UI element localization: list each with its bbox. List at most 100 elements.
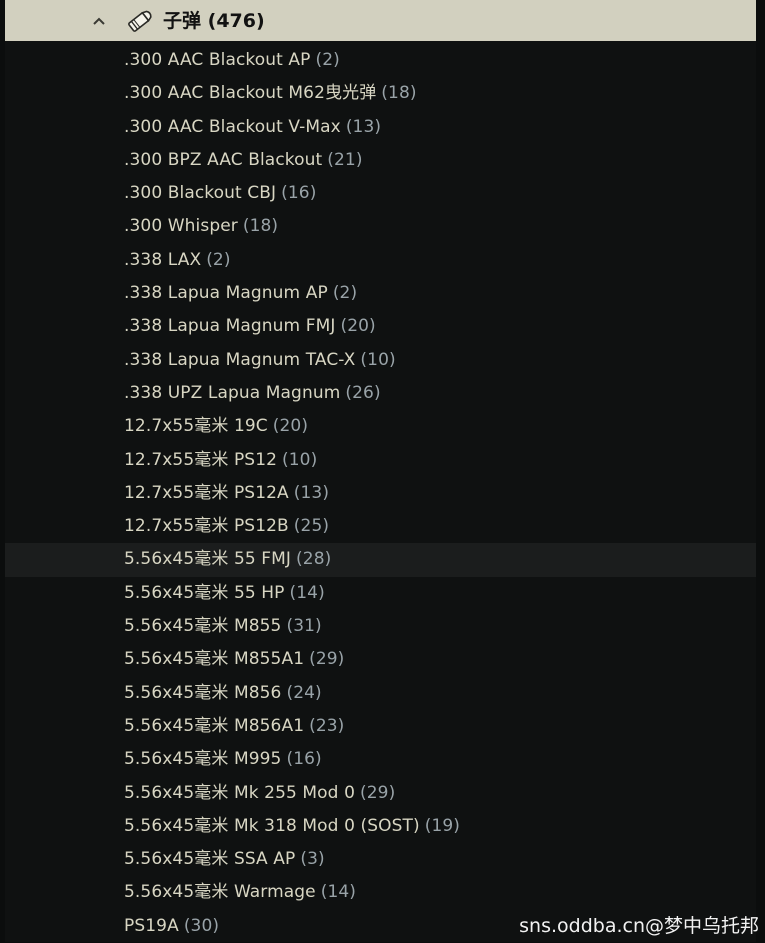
list-item[interactable]: 5.56x45毫米 55 HP (14): [5, 577, 756, 610]
list-item[interactable]: 5.56x45毫米 M856A1 (23): [5, 710, 756, 743]
item-name: 5.56x45毫米 Mk 318 Mod 0 (SOST): [124, 815, 420, 836]
item-count: (10): [282, 449, 318, 470]
item-count: (13): [345, 116, 382, 137]
category-title: 子弹 (476): [163, 8, 265, 34]
item-label: .300 Blackout CBJ (16): [124, 177, 316, 210]
item-name: .338 LAX: [124, 249, 202, 270]
list-item[interactable]: .300 AAC Blackout M62曳光弹 (18): [5, 77, 756, 110]
item-count: (26): [345, 382, 381, 403]
item-label: .338 Lapua Magnum FMJ (20): [124, 310, 376, 343]
category-name: 子弹: [163, 10, 202, 32]
item-count: (18): [381, 83, 417, 104]
item-label: 12.7x55毫米 19C (20): [124, 410, 308, 443]
list-item[interactable]: 12.7x55毫米 PS12 (10): [5, 444, 756, 477]
list-item[interactable]: 12.7x55毫米 19C (20): [5, 410, 756, 443]
item-label: 5.56x45毫米 M995 (16): [124, 743, 322, 776]
item-name: 12.7x55毫米 PS12B: [124, 516, 289, 537]
watermark: sns.oddba.cn@梦中乌托邦: [519, 915, 759, 937]
item-name: .338 UPZ Lapua Magnum: [124, 382, 341, 403]
item-label: 5.56x45毫米 55 HP (14): [124, 577, 325, 610]
item-name: 5.56x45毫米 Warmage: [124, 882, 316, 903]
item-count: (29): [360, 782, 396, 803]
item-label: .300 AAC Blackout AP (2): [124, 44, 340, 77]
list-item[interactable]: .338 Lapua Magnum AP (2): [5, 277, 756, 310]
item-count: (20): [340, 316, 376, 337]
list-item[interactable]: 5.56x45毫米 M856 (24): [5, 677, 756, 710]
item-count: (23): [309, 715, 345, 736]
item-label: 5.56x45毫米 M855A1 (29): [124, 643, 344, 676]
item-name: .338 Lapua Magnum AP: [124, 283, 328, 304]
item-name: .300 AAC Blackout AP: [124, 50, 311, 70]
list-item[interactable]: .300 Blackout CBJ (16): [5, 177, 756, 210]
item-label: 5.56x45毫米 Mk 318 Mod 0 (SOST) (19): [124, 810, 460, 843]
item-name: 5.56x45毫米 M856A1: [124, 715, 305, 736]
item-count: (19): [424, 815, 461, 836]
item-name: PS19A: [124, 915, 179, 936]
item-count: (16): [281, 183, 317, 204]
item-label: .338 Lapua Magnum AP (2): [124, 277, 357, 310]
ammo-icon: [123, 4, 157, 38]
item-count: (14): [320, 882, 357, 903]
item-count: (30): [183, 915, 220, 936]
item-name: 5.56x45毫米 SSA AP: [124, 849, 296, 870]
list-item[interactable]: 12.7x55毫米 PS12A (13): [5, 477, 756, 510]
item-count: (16): [286, 749, 322, 770]
item-name: .300 Blackout CBJ: [124, 183, 277, 204]
item-label: .300 AAC Blackout V-Max (13): [124, 111, 381, 144]
item-count: (29): [309, 649, 345, 670]
list-item[interactable]: .300 Whisper (18): [5, 210, 756, 243]
item-label: 5.56x45毫米 Mk 255 Mod 0 (29): [124, 777, 395, 810]
item-label: .338 LAX (2): [124, 244, 231, 277]
list-item[interactable]: .338 Lapua Magnum TAC-X (10): [5, 344, 756, 377]
item-name: 5.56x45毫米 55 FMJ: [124, 549, 292, 570]
item-label: 5.56x45毫米 M856 (24): [124, 677, 322, 710]
item-count: (24): [286, 682, 322, 703]
item-name: 5.56x45毫米 M855A1: [124, 649, 305, 670]
list-item[interactable]: .338 UPZ Lapua Magnum (26): [5, 377, 756, 410]
list-item[interactable]: 5.56x45毫米 Mk 318 Mod 0 (SOST) (19): [5, 810, 756, 843]
category-header[interactable]: 子弹 (476): [5, 0, 756, 41]
list-item[interactable]: 5.56x45毫米 M995 (16): [5, 743, 756, 776]
list-item[interactable]: .300 BPZ AAC Blackout (21): [5, 144, 756, 177]
item-name: 5.56x45毫米 Mk 255 Mod 0: [124, 782, 355, 803]
item-name: .300 BPZ AAC Blackout: [124, 149, 323, 170]
list-item[interactable]: .300 AAC Blackout V-Max (13): [5, 111, 756, 144]
item-name: 12.7x55毫米 PS12: [124, 449, 278, 470]
item-count: (13): [293, 482, 330, 503]
list-item[interactable]: 5.56x45毫米 M855 (31): [5, 610, 756, 643]
item-name: 5.56x45毫米 M855: [124, 616, 282, 637]
item-count: (18): [242, 216, 279, 237]
list-item[interactable]: 12.7x55毫米 PS12B (25): [5, 510, 756, 543]
item-count: (2): [315, 50, 340, 70]
list-item[interactable]: 5.56x45毫米 55 FMJ (28): [5, 543, 756, 577]
item-label: 12.7x55毫米 PS12A (13): [124, 477, 329, 510]
item-label: .300 BPZ AAC Blackout (21): [124, 144, 363, 177]
list-item[interactable]: 5.56x45毫米 Mk 255 Mod 0 (29): [5, 777, 756, 810]
list-item[interactable]: .338 LAX (2): [5, 244, 756, 277]
item-label: PS19A (30): [124, 910, 219, 943]
item-count: (28): [296, 549, 332, 570]
item-name: .300 AAC Blackout M62曳光弹: [124, 83, 377, 104]
list-item[interactable]: 5.56x45毫米 SSA AP (3): [5, 843, 756, 876]
item-count: (31): [286, 616, 322, 637]
item-label: .338 Lapua Magnum TAC-X (10): [124, 344, 396, 377]
item-count: (3): [300, 849, 325, 870]
ammo-list: .300 AAC Blackout AP (2) .300 AAC Blackout…: [5, 44, 756, 943]
item-label: 5.56x45毫米 Warmage (14): [124, 876, 356, 909]
list-item[interactable]: .300 AAC Blackout AP (2): [5, 44, 756, 77]
item-count: (25): [293, 516, 330, 537]
item-name: 12.7x55毫米 PS12A: [124, 482, 289, 503]
item-label: 12.7x55毫米 PS12B (25): [124, 510, 329, 543]
chevron-up-icon[interactable]: [89, 12, 109, 30]
item-label: 5.56x45毫米 55 FMJ (28): [124, 543, 331, 576]
item-label: .338 UPZ Lapua Magnum (26): [124, 377, 381, 410]
item-label: .300 Whisper (18): [124, 210, 278, 243]
item-count: (2): [206, 249, 231, 270]
item-label: 12.7x55毫米 PS12 (10): [124, 444, 317, 477]
list-item[interactable]: 5.56x45毫米 Warmage (14): [5, 876, 756, 909]
list-item[interactable]: 5.56x45毫米 M855A1 (29): [5, 643, 756, 676]
item-count: (20): [272, 416, 309, 437]
item-name: .338 Lapua Magnum TAC-X: [124, 349, 356, 370]
list-item[interactable]: .338 Lapua Magnum FMJ (20): [5, 310, 756, 343]
item-label: .300 AAC Blackout M62曳光弹 (18): [124, 77, 417, 110]
